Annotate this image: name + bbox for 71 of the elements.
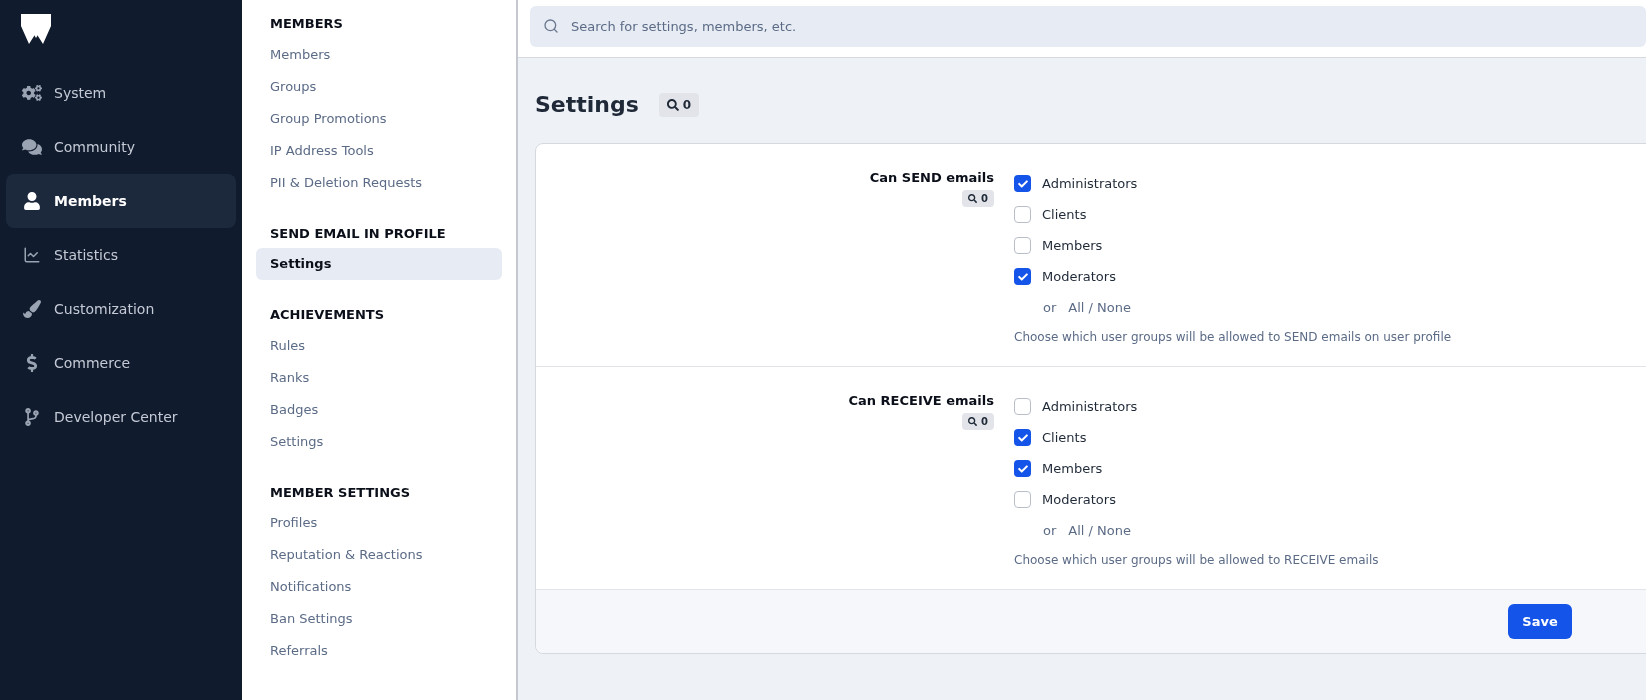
- menu-item[interactable]: Members: [256, 38, 502, 71]
- menu-item[interactable]: Group Promotions: [256, 102, 502, 135]
- menu-item[interactable]: Referrals: [256, 635, 502, 667]
- checkbox[interactable]: [1014, 206, 1031, 223]
- save-button[interactable]: Save: [1508, 604, 1572, 639]
- sidebar-nav-item[interactable]: Statistics: [6, 228, 236, 282]
- search-icon: [968, 416, 978, 426]
- check-icon: [1017, 271, 1028, 282]
- gears-icon: [22, 84, 42, 102]
- or-text: or: [1043, 299, 1057, 318]
- checkbox[interactable]: [1014, 398, 1031, 415]
- sidebar-nav-item[interactable]: Commerce: [6, 336, 236, 390]
- search-count-badge: 0: [962, 412, 994, 430]
- logo-icon: [20, 14, 52, 44]
- sidebar-nav-item[interactable]: Members: [6, 174, 236, 228]
- sidebar-nav-item[interactable]: System: [6, 66, 236, 120]
- section-heading: MEMBER SETTINGS: [269, 483, 412, 502]
- or-text: or: [1043, 522, 1057, 541]
- menu-item[interactable]: Profiles: [256, 507, 502, 539]
- checkbox[interactable]: [1014, 491, 1031, 508]
- option-label: Members: [1042, 459, 1103, 478]
- sidebar-nav-item[interactable]: Community: [6, 120, 236, 174]
- user-icon: [22, 192, 42, 210]
- checkbox[interactable]: [1014, 429, 1031, 446]
- checkbox[interactable]: [1014, 175, 1031, 192]
- check-icon: [1017, 463, 1028, 474]
- option-label: Administrators: [1042, 174, 1138, 193]
- option-label: Moderators: [1042, 267, 1116, 286]
- menu-item[interactable]: Notifications: [256, 571, 502, 603]
- checkbox[interactable]: [1014, 237, 1031, 254]
- brush-icon: [22, 300, 42, 318]
- setting-label: Can SEND emails: [869, 169, 994, 187]
- option-label: Clients: [1042, 428, 1087, 447]
- setting-label: Can RECEIVE emails: [848, 392, 994, 410]
- search-icon: [543, 18, 559, 34]
- search-count-badge: 0: [962, 189, 994, 207]
- menu-item[interactable]: Groups: [256, 70, 502, 103]
- menu-item[interactable]: Rules: [256, 329, 502, 362]
- setting-description: Choose which user groups will be allowed to SEND emails on user profile: [1014, 329, 1452, 346]
- branch-icon: [22, 408, 42, 426]
- all-none-link[interactable]: All / None: [1068, 298, 1131, 318]
- sidebar-nav-item[interactable]: Customization: [6, 282, 236, 336]
- menu-item[interactable]: Settings: [256, 248, 502, 280]
- check-icon: [1017, 178, 1028, 189]
- menu-item[interactable]: Badges: [256, 393, 502, 426]
- option-label: Moderators: [1042, 490, 1116, 509]
- menu-item[interactable]: IP Address Tools: [256, 134, 502, 167]
- setting-description: Choose which user groups will be allowed to RECEIVE emails: [1014, 552, 1379, 569]
- menu-item[interactable]: Ban Settings: [256, 603, 502, 635]
- section-heading: SEND EMAIL IN PROFILE: [269, 224, 447, 243]
- page-title: Settings: [535, 91, 639, 119]
- option-label: Administrators: [1042, 397, 1138, 416]
- checkbox[interactable]: [1014, 460, 1031, 477]
- search-field[interactable]: Search for settings, members, etc.: [530, 6, 1646, 47]
- menu-item[interactable]: PII & Deletion Requests: [256, 166, 502, 199]
- option-label: Clients: [1042, 205, 1087, 224]
- menu-item[interactable]: Reputation & Reactions: [256, 539, 502, 571]
- section-heading: MEMBERS: [269, 15, 344, 33]
- option-label: Members: [1042, 236, 1103, 255]
- search-icon: [666, 98, 679, 111]
- sidebar-nav-item[interactable]: Developer Center: [6, 390, 236, 444]
- menu-item[interactable]: Settings: [256, 425, 502, 458]
- section-heading: ACHIEVEMENTS: [269, 306, 386, 324]
- check-icon: [1017, 432, 1028, 443]
- all-none-link[interactable]: All / None: [1068, 521, 1131, 541]
- menu-item[interactable]: Ranks: [256, 361, 502, 394]
- line-chart-icon: [22, 246, 42, 264]
- search-icon: [968, 193, 978, 203]
- search-count-badge: 0: [658, 92, 700, 117]
- checkbox[interactable]: [1014, 268, 1031, 285]
- chat-bubbles-icon: [22, 138, 42, 156]
